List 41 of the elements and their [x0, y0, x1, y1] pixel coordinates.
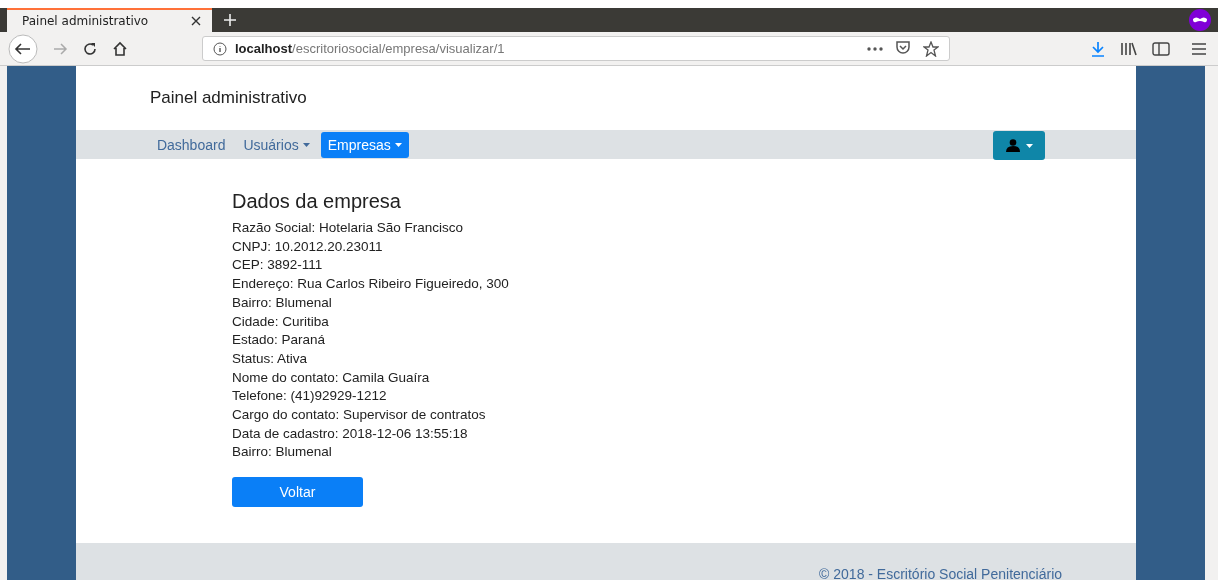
detail-line: Estado: Paraná: [231, 331, 326, 350]
nav-link[interactable]: Empresas: [320, 131, 409, 158]
library-icon[interactable]: [1120, 40, 1138, 57]
info-icon: [213, 41, 227, 56]
menu-icon[interactable]: [1192, 42, 1206, 55]
home-icon[interactable]: [112, 40, 128, 57]
detail-line: Bairro: Blumenal: [231, 443, 333, 462]
caret-icon: [1025, 143, 1033, 148]
detail-line: Bairro: Blumenal: [231, 293, 333, 312]
tab-title: Painel administrativo: [22, 14, 149, 28]
user-icon: [1005, 139, 1020, 152]
mask-icon: [1189, 9, 1211, 31]
section-heading: Dados da empresa: [231, 190, 402, 213]
user-menu-button[interactable]: [993, 131, 1046, 160]
detail-line: Cargo do contato: Supervisor de contratos: [231, 406, 487, 425]
site-title: Painel administrativo: [149, 88, 307, 108]
nav-link[interactable]: Dashboard: [149, 131, 233, 158]
nav-link[interactable]: Usuários: [236, 131, 317, 158]
close-icon[interactable]: [191, 16, 201, 26]
detail-line: Cidade: Curitiba: [231, 312, 330, 331]
back-icon[interactable]: [8, 33, 38, 64]
detail-line: Nome do contato: Camila Guaíra: [231, 368, 431, 387]
back-button[interactable]: Voltar: [231, 477, 363, 508]
detail-line: Data de cadastro: 2018-12-06 13:55:18: [231, 424, 469, 443]
detail-line: Telefone: (41)92929-1212: [231, 387, 388, 406]
more-icon[interactable]: [867, 46, 883, 51]
detail-line: CNPJ: 10.2012.20.23011: [231, 237, 384, 256]
footer-text: © 2018 - Escritório Social Penitenciário: [819, 566, 1063, 581]
pocket-icon[interactable]: [895, 41, 911, 56]
detail-line: Endereço: Rua Carlos Ribeiro Figueiredo, 300: [231, 275, 510, 294]
star-icon[interactable]: [923, 40, 939, 57]
detail-line: Status: Ativa: [231, 349, 308, 368]
new-tab-icon[interactable]: [224, 14, 236, 26]
browser-tab[interactable]: Painel administrativo: [7, 8, 212, 32]
detail-line: Razão Social: Hotelaria São Francisco: [231, 219, 465, 237]
sidebar-icon[interactable]: [1152, 41, 1170, 56]
url-text: localhost/escritoriosocial/empresa/visualizar/1: [235, 41, 505, 56]
download-icon[interactable]: [1090, 40, 1106, 57]
reload-icon[interactable]: [82, 40, 98, 57]
address-bar[interactable]: localhost/escritoriosocial/empresa/visualizar/1: [202, 36, 950, 61]
detail-line: CEP: 3892-111: [231, 256, 324, 275]
